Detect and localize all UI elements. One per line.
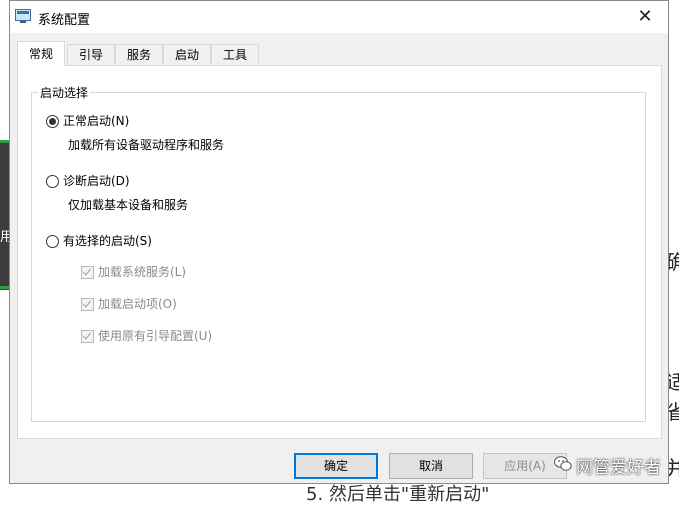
watermark-text: 网管爱好者 [576, 458, 661, 478]
background-window-fragment [0, 140, 9, 290]
diagnostic-startup-label: 诊断启动(D) [63, 174, 130, 188]
radio-indicator[interactable] [46, 175, 59, 188]
load-startup-items-checkbox[interactable]: 加载启动项(O) [81, 296, 177, 312]
use-original-boot-config-checkbox[interactable]: 使用原有引导配置(U) [81, 328, 212, 344]
normal-startup-radio[interactable]: 正常启动(N) [46, 113, 129, 129]
watermark: 网管爱好者 [548, 450, 668, 480]
normal-startup-label: 正常启动(N) [63, 114, 130, 128]
system-config-app-icon [15, 9, 31, 23]
cancel-button[interactable]: 取消 [389, 453, 473, 479]
load-startup-items-label: 加载启动项(O) [98, 297, 177, 311]
checkbox-disabled-checked[interactable] [81, 330, 94, 343]
close-icon: ✕ [637, 6, 653, 27]
load-system-services-checkbox[interactable]: 加载系统服务(L) [81, 264, 186, 280]
wechat-icon [554, 456, 572, 476]
tab-services[interactable]: 服务 [115, 44, 163, 64]
diagnostic-startup-radio[interactable]: 诊断启动(D) [46, 173, 130, 189]
load-system-services-label: 加载系统服务(L) [98, 265, 187, 279]
normal-startup-description: 加载所有设备驱动程序和服务 [68, 138, 225, 152]
use-original-boot-config-label: 使用原有引导配置(U) [98, 329, 213, 343]
background-accent-strip [0, 286, 9, 289]
tab-startup[interactable]: 启动 [163, 44, 211, 64]
background-accent-strip [0, 140, 9, 143]
radio-selected-indicator[interactable] [46, 115, 59, 128]
tab-tools[interactable]: 工具 [211, 44, 259, 64]
close-button[interactable]: ✕ [622, 1, 668, 33]
tab-general[interactable]: 常规 [17, 41, 65, 66]
startup-selection-label: 启动选择 [38, 84, 91, 101]
dialog-title: 系统配置 [38, 13, 91, 28]
diagnostic-startup-description: 仅加载基本设备和服务 [68, 198, 189, 212]
background-left-text: 用 [0, 230, 9, 244]
general-tab-panel: 启动选择 正常启动(N) 加载所有设备驱动程序和服务 诊断启动(D) 仅加载基本… [17, 65, 662, 439]
title-bar[interactable]: 系统配置 ✕ [10, 1, 668, 33]
selective-startup-label: 有选择的启动(S) [63, 234, 152, 248]
checkbox-disabled-checked[interactable] [81, 298, 94, 311]
startup-selection-group: 启动选择 正常启动(N) 加载所有设备驱动程序和服务 诊断启动(D) 仅加载基本… [31, 84, 646, 422]
ok-button[interactable]: 确定 [294, 453, 378, 479]
selective-startup-radio[interactable]: 有选择的启动(S) [46, 233, 152, 249]
tab-boot[interactable]: 引导 [67, 44, 115, 64]
radio-indicator[interactable] [46, 235, 59, 248]
checkbox-disabled-checked[interactable] [81, 266, 94, 279]
system-config-dialog: 系统配置 ✕ 常规 引导 服务 启动 工具 启动选择 正常启动(N) 加载所有设… [9, 0, 669, 484]
